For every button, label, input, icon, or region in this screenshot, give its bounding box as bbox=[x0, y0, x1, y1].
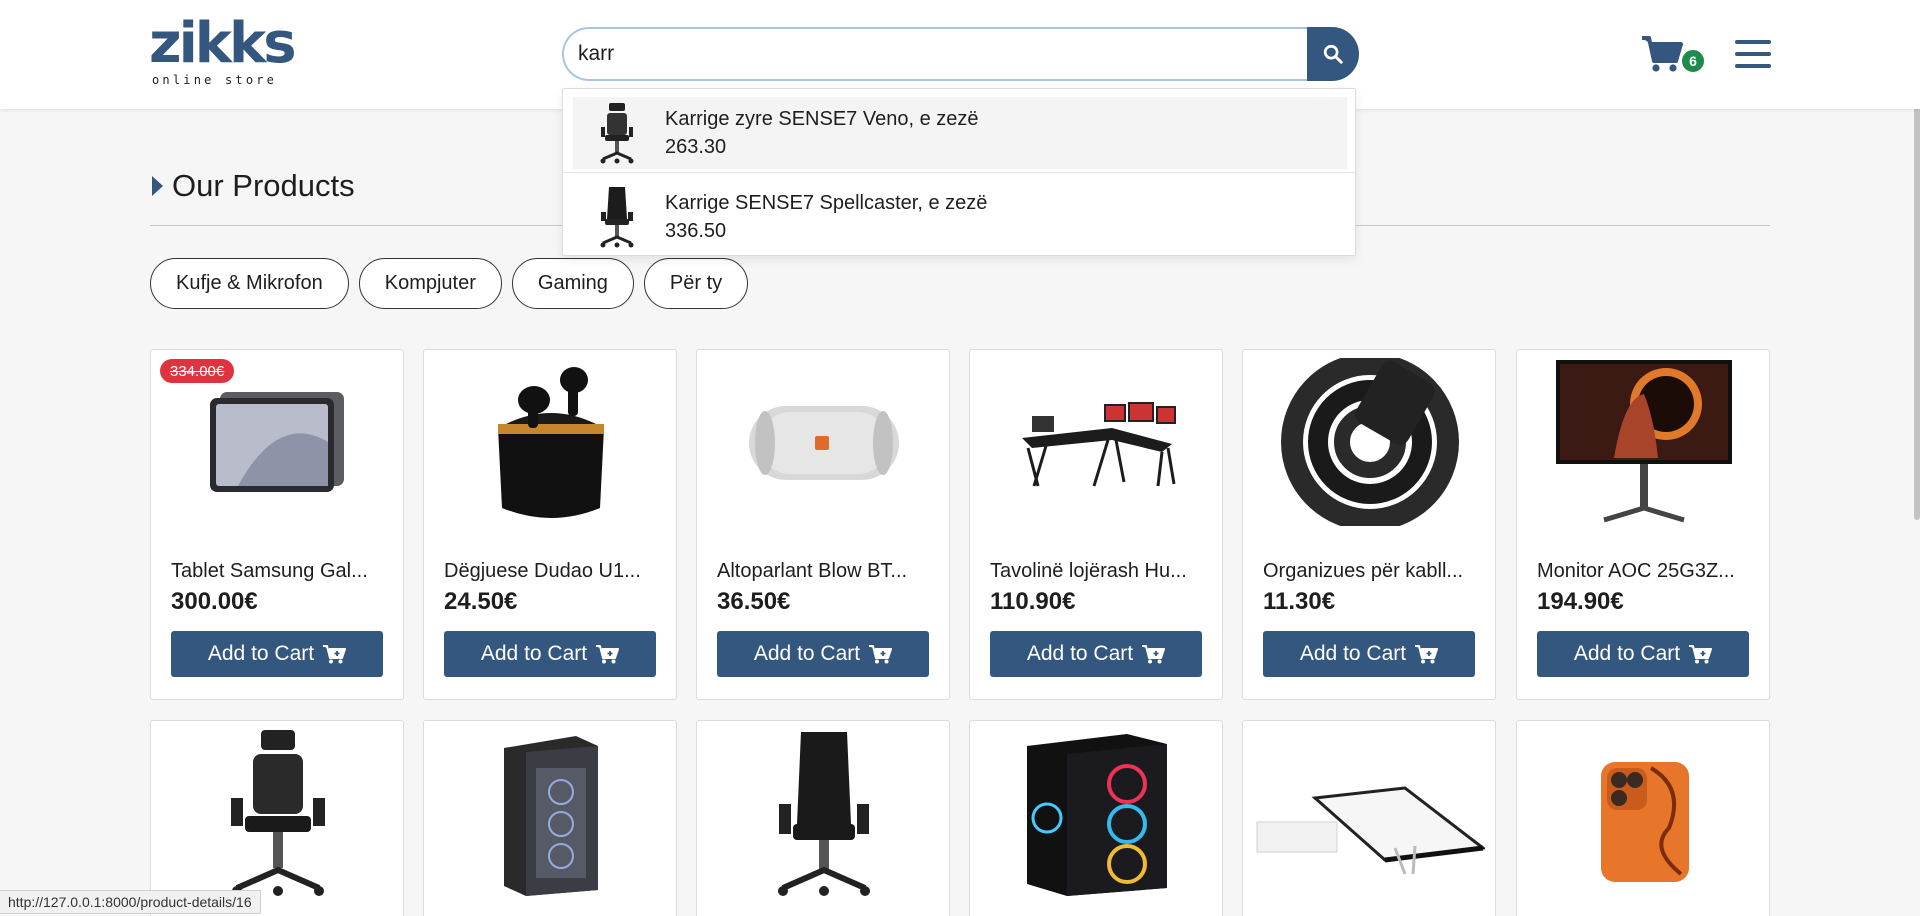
product-name[interactable]: Tavolinë lojërash Hu... bbox=[990, 560, 1187, 583]
browser-status-url: http://127.0.0.1:8000/product-details/16 bbox=[0, 890, 261, 914]
cart-button[interactable]: 6 bbox=[1640, 34, 1706, 78]
product-card[interactable] bbox=[1516, 720, 1770, 916]
old-price-badge: 334.00€ bbox=[160, 359, 235, 383]
category-filters: Kufje & Mikrofon Kompjuter Gaming Për ty bbox=[150, 258, 758, 309]
add-to-cart-label: Add to Cart bbox=[207, 642, 315, 665]
product-card[interactable]: Tavolinë lojërash Hu... 110.90€ Add to C… bbox=[969, 349, 1223, 700]
menu-button[interactable] bbox=[1735, 40, 1771, 70]
search-input[interactable] bbox=[562, 27, 1309, 81]
gaming-desk-image bbox=[980, 358, 1214, 526]
suggestion-name: Karrige SENSE7 Spellcaster, e zezë bbox=[665, 192, 988, 214]
add-to-cart-button[interactable]: Add to Cart bbox=[1263, 631, 1475, 677]
category-pill-kufje[interactable]: Kufje & Mikrofon bbox=[150, 258, 349, 309]
category-pill-kompjuter[interactable]: Kompjuter bbox=[358, 258, 502, 309]
gaming-chair-thumbnail bbox=[587, 181, 647, 253]
category-pill-per-ty[interactable]: Për ty bbox=[643, 258, 749, 309]
gaming-chair-image bbox=[707, 729, 941, 897]
office-chair-image bbox=[161, 729, 395, 897]
product-name[interactable]: Tablet Samsung Gal... bbox=[171, 560, 368, 583]
add-to-cart-button[interactable]: Add to Cart bbox=[990, 631, 1202, 677]
product-price: 36.50€ bbox=[717, 588, 791, 615]
search-button[interactable] bbox=[1307, 27, 1359, 81]
smartphone-image bbox=[1527, 729, 1761, 897]
add-to-cart-label: Add to Cart bbox=[480, 642, 588, 665]
product-card[interactable] bbox=[423, 720, 677, 916]
suggestion-price: 336.50 bbox=[665, 220, 727, 242]
logo-wordmark: zikks bbox=[149, 11, 297, 76]
suggestion-item[interactable]: Karrige SENSE7 Spellcaster, e zezë 336.5… bbox=[573, 181, 1347, 253]
section-title: Our Products bbox=[172, 168, 355, 203]
cart-icon bbox=[1642, 36, 1683, 72]
cart-plus-icon bbox=[1689, 645, 1713, 664]
product-price: 300.00€ bbox=[171, 588, 258, 615]
product-card[interactable] bbox=[696, 720, 950, 916]
product-name[interactable]: Organizues për kabll... bbox=[1263, 560, 1463, 583]
product-price: 194.90€ bbox=[1537, 588, 1624, 615]
caret-right-icon bbox=[152, 176, 163, 196]
speaker-image bbox=[707, 358, 941, 526]
tablet-image bbox=[161, 358, 395, 526]
logo[interactable]: zikks online store bbox=[149, 16, 299, 92]
category-pill-gaming[interactable]: Gaming bbox=[511, 258, 634, 309]
cart-plus-icon bbox=[869, 645, 893, 664]
search-icon bbox=[1323, 44, 1343, 64]
cart-plus-icon bbox=[323, 645, 347, 664]
pc-case-rgb-image bbox=[980, 729, 1214, 897]
add-to-cart-button[interactable]: Add to Cart bbox=[1537, 631, 1749, 677]
product-price: 110.90€ bbox=[990, 588, 1076, 615]
cart-plus-icon bbox=[1415, 645, 1439, 664]
product-card[interactable]: Altoparlant Blow BT... 36.50€ Add to Car… bbox=[696, 349, 950, 700]
add-to-cart-label: Add to Cart bbox=[753, 642, 861, 665]
add-to-cart-button[interactable]: Add to Cart bbox=[171, 631, 383, 677]
cable-organizer-image bbox=[1253, 358, 1487, 526]
suggestion-item[interactable]: Karrige zyre SENSE7 Veno, e zezë 263.30 bbox=[573, 97, 1347, 169]
product-card[interactable] bbox=[1242, 720, 1496, 916]
add-to-cart-label: Add to Cart bbox=[1573, 642, 1681, 665]
cart-plus-icon bbox=[596, 645, 620, 664]
product-name[interactable]: Altoparlant Blow BT... bbox=[717, 560, 907, 583]
pc-case-image bbox=[434, 729, 668, 897]
earbuds-image bbox=[434, 358, 668, 526]
monitor-image bbox=[1527, 358, 1761, 526]
search-suggestions: Karrige zyre SENSE7 Veno, e zezë 263.30 … bbox=[562, 88, 1357, 256]
office-chair-thumbnail bbox=[587, 97, 647, 169]
suggestion-name: Karrige zyre SENSE7 Veno, e zezë bbox=[665, 108, 979, 130]
product-card[interactable]: Monitor AOC 25G3Z... 194.90€ Add to Cart bbox=[1516, 349, 1770, 700]
add-to-cart-label: Add to Cart bbox=[1299, 642, 1407, 665]
add-to-cart-button[interactable]: Add to Cart bbox=[717, 631, 929, 677]
product-price: 11.30€ bbox=[1263, 588, 1336, 615]
logo-tagline: online store bbox=[152, 73, 278, 87]
satellite-dish-image bbox=[1253, 729, 1487, 897]
hamburger-icon bbox=[1735, 40, 1771, 44]
product-price: 24.50€ bbox=[444, 588, 518, 615]
product-card[interactable]: 334.00€ Tablet Samsung Gal... 300.00€ Ad… bbox=[150, 349, 404, 700]
product-card[interactable]: Organizues për kabll... 11.30€ Add to Ca… bbox=[1242, 349, 1496, 700]
product-card[interactable] bbox=[969, 720, 1223, 916]
add-to-cart-button[interactable]: Add to Cart bbox=[444, 631, 656, 677]
cart-count-badge: 6 bbox=[1680, 48, 1706, 74]
product-name[interactable]: Dëgjuese Dudao U1... bbox=[444, 560, 641, 583]
divider bbox=[563, 172, 1357, 173]
product-name[interactable]: Monitor AOC 25G3Z... bbox=[1537, 560, 1735, 583]
search-bar bbox=[562, 27, 1359, 81]
product-card[interactable] bbox=[150, 720, 404, 916]
suggestion-price: 263.30 bbox=[665, 136, 727, 158]
cart-plus-icon bbox=[1142, 645, 1166, 664]
product-card[interactable]: Dëgjuese Dudao U1... 24.50€ Add to Cart bbox=[423, 349, 677, 700]
add-to-cart-label: Add to Cart bbox=[1026, 642, 1134, 665]
section-heading: Our Products bbox=[152, 168, 355, 204]
